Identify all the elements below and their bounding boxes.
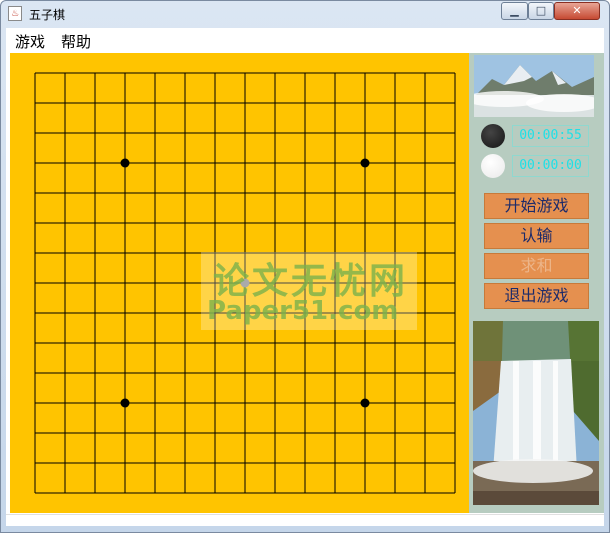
java-icon: ♨ bbox=[8, 6, 22, 21]
maximize-icon: □ bbox=[535, 4, 547, 17]
gomoku-board[interactable]: 论文无忧网 Paper51.com bbox=[10, 53, 469, 513]
star-point bbox=[360, 398, 370, 408]
title-bar[interactable]: ♨ 五子棋 ▁ □ ✕ bbox=[1, 1, 609, 27]
maximize-button[interactable]: □ bbox=[528, 2, 554, 20]
side-panel: 00:00:55 00:00:00 开始游戏 认输 求和 退出游戏 bbox=[469, 53, 604, 513]
start-game-button[interactable]: 开始游戏 bbox=[484, 193, 589, 219]
menu-game[interactable]: 游戏 bbox=[15, 31, 45, 52]
black-timer: 00:00:55 bbox=[512, 125, 589, 147]
white-player-stone bbox=[481, 154, 505, 178]
status-strip bbox=[6, 514, 604, 526]
star-point bbox=[120, 398, 130, 408]
minimize-button[interactable]: ▁ bbox=[501, 2, 528, 20]
watermark-url-text: Paper51.com bbox=[207, 296, 399, 326]
close-icon: ✕ bbox=[572, 4, 582, 17]
white-timer: 00:00:00 bbox=[512, 155, 589, 177]
app-window: ♨ 五子棋 ▁ □ ✕ 游戏 帮助 论文无忧网 Paper51.com 00:0… bbox=[0, 0, 610, 533]
window-title: 五子棋 bbox=[29, 8, 66, 22]
close-button[interactable]: ✕ bbox=[554, 2, 600, 20]
mountain-landscape-image bbox=[474, 55, 594, 117]
menu-bar: 游戏 帮助 bbox=[6, 28, 604, 52]
menu-help[interactable]: 帮助 bbox=[61, 31, 91, 52]
star-point bbox=[120, 158, 130, 168]
watermark: 论文无忧网 Paper51.com bbox=[201, 252, 417, 330]
surrender-button[interactable]: 认输 bbox=[484, 223, 589, 249]
exit-game-button[interactable]: 退出游戏 bbox=[484, 283, 589, 309]
black-player-stone bbox=[481, 124, 505, 148]
star-point bbox=[360, 158, 370, 168]
waterfall-image bbox=[473, 321, 599, 505]
request-draw-button[interactable]: 求和 bbox=[484, 253, 589, 279]
client-area: 游戏 帮助 论文无忧网 Paper51.com 00:00:55 00:00:0… bbox=[6, 28, 604, 526]
minimize-icon: ▁ bbox=[510, 4, 519, 17]
